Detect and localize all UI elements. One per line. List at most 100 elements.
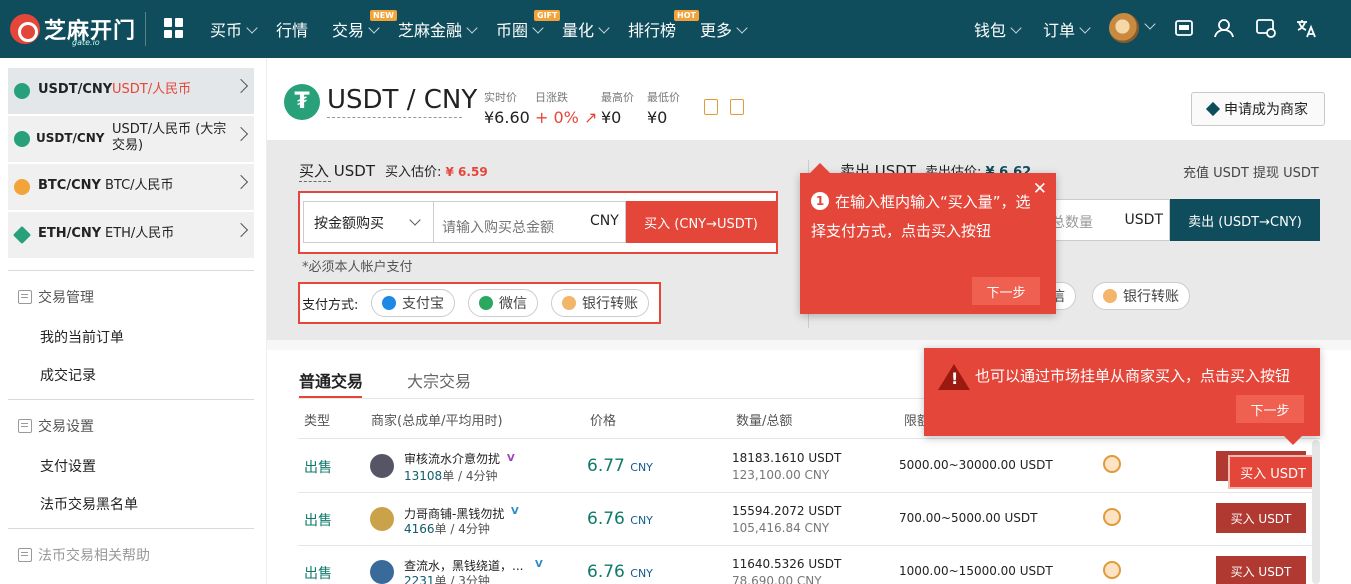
avatar-chevron[interactable] xyxy=(1140,17,1156,36)
merchant-avatar[interactable] xyxy=(370,454,394,478)
help-doc-icon xyxy=(18,548,32,562)
apps-grid-icon[interactable] xyxy=(164,18,184,38)
buy-title: 买入 USDT xyxy=(299,162,375,180)
pay-bank[interactable]: 银行转账 xyxy=(551,289,649,317)
bank-icon xyxy=(1103,289,1117,303)
stat-label-change: 日涨跌 xyxy=(535,91,568,104)
nav-buy-coin[interactable]: 买币 xyxy=(210,17,258,41)
nav-divider xyxy=(145,12,146,46)
apply-merchant-button[interactable]: 申请成为商家 xyxy=(1191,92,1325,126)
tab-bulk-trade[interactable]: 大宗交易 xyxy=(407,368,471,392)
row-total: 105,416.84 CNY xyxy=(732,521,830,535)
merchant-avatar[interactable] xyxy=(370,507,394,531)
user-avatar[interactable] xyxy=(1109,13,1139,43)
nav-orders[interactable]: 订单 xyxy=(1043,17,1091,41)
bank-transfer-icon xyxy=(1103,455,1121,473)
pay-alipay[interactable]: 支付宝 xyxy=(371,289,455,317)
warning-exclamation: ! xyxy=(951,369,959,388)
pay-wechat[interactable]: 微信 xyxy=(468,289,538,317)
hot-badge: HOT xyxy=(674,10,699,21)
wechat-icon xyxy=(479,296,493,310)
nav-community[interactable]: 币圈 GIFT xyxy=(496,10,561,41)
tether-logo-icon: ₮ xyxy=(284,84,320,120)
stat-label-price: 实时价 xyxy=(484,91,517,104)
bitcoin-icon xyxy=(14,179,30,195)
chevron-right-icon xyxy=(233,78,249,94)
sell-amount-input[interactable]: 总数量 USDT xyxy=(1040,199,1170,241)
sidebar-divider xyxy=(8,528,254,529)
row-limit: 5000.00~30000.00 USDT xyxy=(899,458,1053,472)
tooltip-message: 在输入框内输入“买入量”，选择支付方式，点击买入按钮 xyxy=(811,193,1031,240)
pair-name: USDT/人民币 (大宗交易) xyxy=(112,122,227,153)
section-trade-management: 交易管理 xyxy=(18,287,94,307)
nav-quant[interactable]: 量化 xyxy=(562,17,610,41)
chevron-down-icon xyxy=(598,22,610,34)
chevron-down-icon xyxy=(1079,22,1091,34)
link-trade-history[interactable]: 成交记录 xyxy=(40,365,96,385)
settings-screen-icon[interactable] xyxy=(1254,16,1278,40)
sell-pay-bank[interactable]: 银行转账 xyxy=(1092,282,1190,310)
sidebar-divider xyxy=(8,399,254,400)
chevron-down-icon xyxy=(1144,18,1156,30)
next-step-button[interactable]: 下一步 xyxy=(972,277,1040,305)
sell-submit-button[interactable]: 卖出 (USDT→CNY) xyxy=(1170,199,1320,241)
logo-subtext: gate.io xyxy=(72,38,100,47)
stat-label-high: 最高价 xyxy=(601,91,634,104)
row-price: 6.76 CNY xyxy=(587,509,653,529)
deposit-withdraw-links[interactable]: 充值 USDT 提现 USDT xyxy=(1183,162,1319,181)
section-help[interactable]: 法币交易相关帮助 xyxy=(18,545,150,565)
row-total: 123,100.00 CNY xyxy=(732,468,830,482)
merchant-avatar[interactable] xyxy=(370,560,394,584)
sidebar-pair-usdt-cny[interactable]: USDT/CNY USDT/人民币 xyxy=(8,68,254,114)
nav-more[interactable]: 更多 xyxy=(700,17,748,41)
sidebar-pair-eth-cny[interactable]: ETH/CNY ETH/人民币 xyxy=(8,212,254,258)
row-side: 出售 xyxy=(304,566,332,582)
chevron-down-icon xyxy=(736,22,748,34)
bank-transfer-icon xyxy=(1103,508,1121,526)
sidebar-pair-usdt-cny-otc[interactable]: USDT/CNY USDT/人民币 (大宗交易) xyxy=(8,116,254,162)
guide-tooltip-step1: 1 在输入框内输入“买入量”，选择支付方式，点击买入按钮 ✕ 下一步 xyxy=(800,163,1056,314)
nav-trade[interactable]: 交易 NEW xyxy=(332,10,397,41)
table-scrollbar[interactable] xyxy=(1312,440,1320,584)
link-payment-settings[interactable]: 支付设置 xyxy=(40,456,96,476)
notes-icon[interactable] xyxy=(704,99,718,115)
merchant-stats: 13108单 / 4分钟 xyxy=(404,469,498,483)
pair-symbol: BTC/CNY xyxy=(38,178,101,193)
nav-wallet[interactable]: 钱包 xyxy=(974,17,1022,41)
pair-symbol: USDT/CNY xyxy=(36,131,105,145)
link-blacklist[interactable]: 法币交易黑名单 xyxy=(40,494,138,514)
tab-normal-trade[interactable]: 普通交易 xyxy=(299,368,363,392)
title-underline xyxy=(299,181,331,182)
language-icon[interactable] xyxy=(1294,16,1318,40)
buy-mode-select[interactable]: 按金额购买 xyxy=(303,201,434,243)
chevron-down-icon xyxy=(246,22,258,34)
alipay-icon xyxy=(382,296,396,310)
app-download-icon[interactable] xyxy=(1172,16,1196,40)
buy-submit-button[interactable]: 买入 (CNY→USDT) xyxy=(626,201,776,243)
pair-name: BTC/人民币 xyxy=(105,178,174,193)
highlighted-buy-button[interactable]: 买入 USDT xyxy=(1230,457,1316,487)
buy-estimate: 买入估价: ¥ 6.59 xyxy=(385,165,488,180)
sidebar-divider xyxy=(8,270,254,271)
row-divider xyxy=(298,545,1320,546)
pair-symbol: USDT/CNY xyxy=(38,82,113,97)
merchant-stats: 2231单 / 3分钟 xyxy=(404,574,490,584)
calendar-icon[interactable] xyxy=(730,99,744,115)
gate-logo[interactable]: 芝麻开门 gate.io xyxy=(10,12,136,47)
next-step-button[interactable]: 下一步 xyxy=(1236,395,1304,423)
nav-market[interactable]: 行情 xyxy=(276,17,308,41)
nav-ranking[interactable]: 排行榜 HOT xyxy=(628,10,699,41)
tether-icon xyxy=(14,83,30,99)
logo-icon xyxy=(10,14,40,44)
close-icon[interactable]: ✕ xyxy=(1033,179,1047,199)
row-buy-button[interactable]: 买入 USDT xyxy=(1216,556,1306,584)
merchant-name[interactable]: 审核流水介意勿扰 xyxy=(404,450,500,467)
sidebar-pair-btc-cny[interactable]: BTC/CNY BTC/人民币 xyxy=(8,164,254,210)
row-buy-button[interactable]: 买入 USDT xyxy=(1216,503,1306,533)
link-current-orders[interactable]: 我的当前订单 xyxy=(40,327,124,347)
support-icon[interactable] xyxy=(1212,16,1236,40)
row-quantity: 11640.5326 USDT xyxy=(732,557,842,571)
row-quantity: 15594.2072 USDT xyxy=(732,504,842,518)
chevron-down-icon xyxy=(368,22,380,34)
nav-finance[interactable]: 芝麻金融 xyxy=(398,17,478,41)
